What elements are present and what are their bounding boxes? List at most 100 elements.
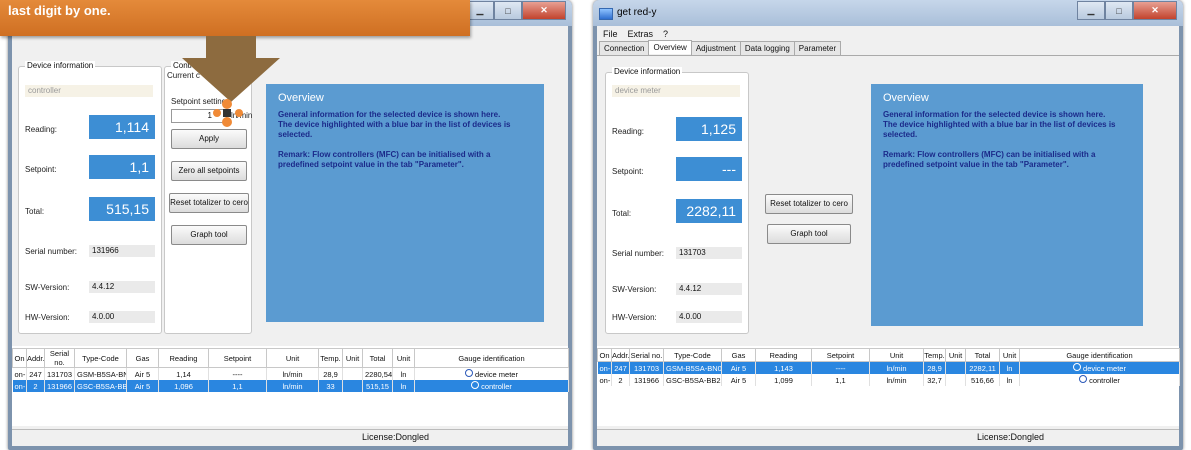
col-addr[interactable]: Addr. bbox=[611, 348, 630, 362]
col-total[interactable]: Total bbox=[362, 348, 393, 368]
col-gas[interactable]: Gas bbox=[721, 348, 756, 362]
cell-gas: Air 5 bbox=[721, 374, 756, 386]
col-reading[interactable]: Reading bbox=[158, 348, 209, 368]
tab-parameter[interactable]: Parameter bbox=[793, 41, 842, 55]
sw-label: SW-Version: bbox=[612, 285, 657, 294]
cell-setpoint: ---- bbox=[208, 367, 267, 380]
cell-type: GSC-B5SA-BB26 bbox=[74, 380, 127, 392]
col-temp-unit[interactable]: Unit bbox=[342, 348, 363, 368]
cell-gauge-id: device meter bbox=[1019, 361, 1180, 374]
cell-serial: 131703 bbox=[44, 367, 75, 380]
overview-panel: Overview General information for the sel… bbox=[266, 84, 544, 322]
graph-tool-button[interactable]: Graph tool bbox=[171, 225, 247, 245]
overview-text: General information for the selected dev… bbox=[883, 110, 1116, 169]
cell-addr: 2 bbox=[611, 374, 630, 386]
col-gauge-id[interactable]: Gauge identification bbox=[1019, 348, 1180, 362]
col-setpoint[interactable]: Setpoint bbox=[208, 348, 267, 368]
cell-serial: 131966 bbox=[629, 374, 664, 386]
total-label: Total: bbox=[612, 209, 632, 218]
col-total-unit[interactable]: Unit bbox=[999, 348, 1020, 362]
tab-connection[interactable]: Connection bbox=[599, 41, 650, 55]
total-value: 515,15 bbox=[89, 197, 155, 221]
col-reading[interactable]: Reading bbox=[755, 348, 812, 362]
right-client-area: File Extras ? Connection Overview Adjust… bbox=[597, 26, 1180, 446]
col-serial[interactable]: Serial no. bbox=[44, 348, 75, 368]
menu-extras[interactable]: Extras bbox=[628, 29, 654, 39]
maximize-icon[interactable]: □ bbox=[494, 1, 522, 20]
col-total-unit[interactable]: Unit bbox=[392, 348, 415, 368]
col-type[interactable]: Type-Code bbox=[663, 348, 722, 362]
magnifier-icon[interactable] bbox=[471, 381, 480, 389]
table-header-row: On Addr. Serial no. Type-Code Gas Readin… bbox=[597, 348, 1180, 362]
total-value: 2282,11 bbox=[676, 199, 742, 223]
cell-gas: Air 5 bbox=[721, 361, 756, 374]
cell-total: 516,66 bbox=[965, 374, 1000, 386]
cell-temp-unit bbox=[342, 367, 363, 380]
maximize-icon[interactable]: □ bbox=[1105, 1, 1133, 20]
table-row[interactable]: on- 2 131966 GSC-B5SA-BB26 Air 5 1,099 1… bbox=[597, 374, 1180, 386]
col-total[interactable]: Total bbox=[965, 348, 1000, 362]
setpoint-value: 1,1 bbox=[89, 155, 155, 179]
reset-totalizer-button[interactable]: Reset totalizer to cero bbox=[765, 194, 853, 214]
overview-title: Overview bbox=[278, 92, 324, 104]
table-row-selected[interactable]: on- 2 131966 GSC-B5SA-BB26 Air 5 1,096 1… bbox=[12, 380, 569, 392]
reset-totalizer-button[interactable]: Reset totalizer to cero bbox=[169, 193, 249, 213]
tab-adjustment[interactable]: Adjustment bbox=[690, 41, 741, 55]
hw-value: 4.0.00 bbox=[89, 311, 155, 323]
cell-addr: 2 bbox=[26, 380, 45, 392]
cell-gas: Air 5 bbox=[126, 367, 159, 380]
device-table: On Addr. Serial no. Type-Code Gas Readin… bbox=[12, 348, 569, 392]
table-row-selected[interactable]: on- 247 131703 GSM-B5SA-BN00 Air 5 1,143… bbox=[597, 361, 1180, 374]
col-on[interactable]: On bbox=[597, 348, 612, 362]
apply-button[interactable]: Apply bbox=[171, 129, 247, 149]
minimize-icon[interactable]: ▁ bbox=[1077, 1, 1105, 20]
cell-temp: 32,7 bbox=[923, 374, 946, 386]
col-gas[interactable]: Gas bbox=[126, 348, 159, 368]
menu-help[interactable]: ? bbox=[663, 29, 668, 39]
col-gauge-id[interactable]: Gauge identification bbox=[414, 348, 569, 368]
left-status-bar: License:Dongled bbox=[12, 429, 568, 444]
cell-gauge-id: device meter bbox=[414, 367, 569, 380]
col-on[interactable]: On bbox=[12, 348, 27, 368]
cell-setpoint: 1,1 bbox=[208, 380, 267, 392]
cell-unit: ln/min bbox=[266, 367, 319, 380]
graph-tool-button[interactable]: Graph tool bbox=[767, 224, 851, 244]
col-type[interactable]: Type-Code bbox=[74, 348, 127, 368]
tab-data-logging[interactable]: Data logging bbox=[739, 41, 795, 55]
menu-file[interactable]: File bbox=[603, 29, 618, 39]
cell-setpoint: ---- bbox=[811, 361, 870, 374]
setpoint-label: Setpoint: bbox=[612, 167, 644, 176]
cell-temp-unit bbox=[945, 374, 966, 386]
cell-reading: 1,096 bbox=[158, 380, 209, 392]
col-temp[interactable]: Temp. bbox=[318, 348, 343, 368]
hw-value: 4.0.00 bbox=[676, 311, 742, 323]
close-icon[interactable]: ✕ bbox=[1133, 1, 1177, 20]
magnifier-icon[interactable] bbox=[465, 369, 474, 377]
overview-text: General information for the selected dev… bbox=[278, 110, 511, 169]
table-row[interactable]: on- 247 131703 GSM-B5SA-BN00 Air 5 1,14 … bbox=[12, 367, 569, 380]
cell-total: 515,15 bbox=[362, 380, 393, 392]
col-setpoint[interactable]: Setpoint bbox=[811, 348, 870, 362]
tab-overview[interactable]: Overview bbox=[648, 40, 692, 54]
col-unit[interactable]: Unit bbox=[266, 348, 319, 368]
col-temp-unit[interactable]: Unit bbox=[945, 348, 966, 362]
minimize-icon[interactable]: ▁ bbox=[466, 1, 494, 20]
hw-label: HW-Version: bbox=[612, 313, 657, 322]
col-unit[interactable]: Unit bbox=[869, 348, 924, 362]
magnifier-icon[interactable] bbox=[1073, 363, 1082, 371]
device-table: On Addr. Serial no. Type-Code Gas Readin… bbox=[597, 348, 1180, 386]
cell-gas: Air 5 bbox=[126, 380, 159, 392]
cell-serial: 131703 bbox=[629, 361, 664, 374]
close-icon[interactable]: ✕ bbox=[522, 1, 566, 20]
sw-value: 4.4.12 bbox=[676, 283, 742, 295]
left-window-controls: ▁ □ ✕ bbox=[466, 1, 566, 20]
col-serial[interactable]: Serial no. bbox=[629, 348, 664, 362]
col-addr[interactable]: Addr. bbox=[26, 348, 45, 368]
cell-addr: 247 bbox=[26, 367, 45, 380]
zero-setpoints-button[interactable]: Zero all setpoints bbox=[171, 161, 247, 181]
col-temp[interactable]: Temp. bbox=[923, 348, 946, 362]
magnifier-icon[interactable] bbox=[1079, 375, 1088, 383]
cell-unit: ln/min bbox=[869, 361, 924, 374]
cell-temp: 28,9 bbox=[318, 367, 343, 380]
serial-label: Serial number: bbox=[25, 247, 78, 256]
